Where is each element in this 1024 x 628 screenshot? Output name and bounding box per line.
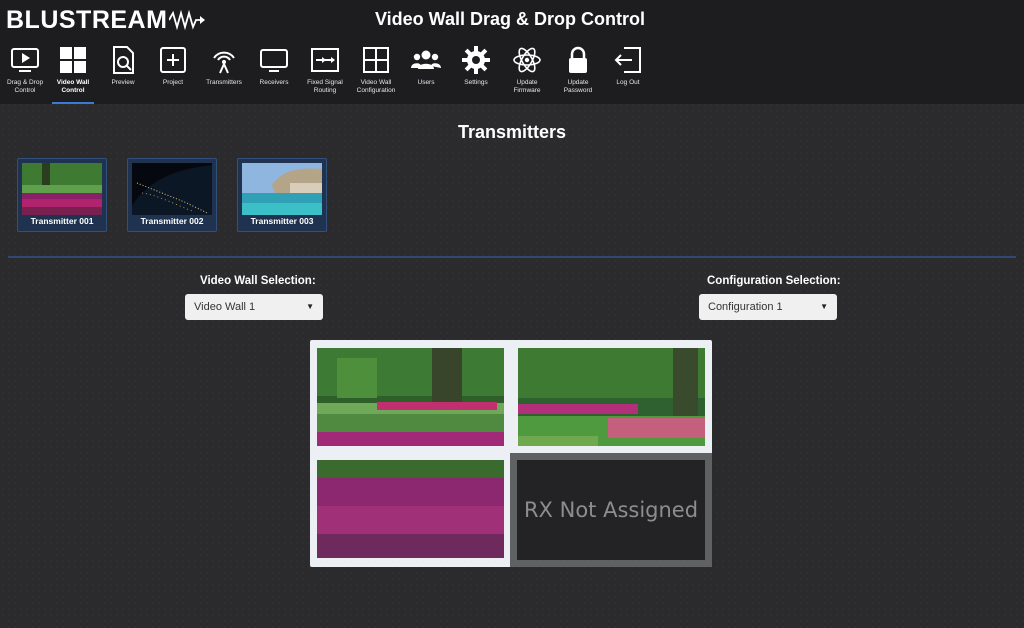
receiver-monitor-icon <box>260 49 288 72</box>
play-screen-icon <box>11 48 39 72</box>
transmitter-card[interactable]: Transmitter 001 <box>17 158 107 232</box>
nav-label: Preview <box>111 79 135 86</box>
active-tab-indicator <box>52 102 94 104</box>
transmitter-label: Transmitter 002 <box>140 216 204 226</box>
nav-label: Project <box>162 79 184 86</box>
video-wall-selection-label: Video Wall Selection: <box>200 275 316 287</box>
users-icon <box>411 50 441 69</box>
nav-label: Receivers <box>259 79 289 86</box>
lock-icon <box>569 46 587 73</box>
nav-drag-drop-control[interactable]: Drag & Drop Control <box>0 44 50 102</box>
nav-log-out[interactable]: Log Out <box>603 44 653 102</box>
nav-label: Log Out <box>616 79 640 86</box>
blustream-logo: BLUSTREAM <box>6 5 206 34</box>
nav-update-password[interactable]: Update Password <box>553 44 603 102</box>
nav-label: Video Wall Configuration <box>356 79 396 94</box>
nav-receivers[interactable]: Receivers <box>249 44 299 102</box>
transmitter-label: Transmitter 003 <box>250 216 314 226</box>
page-title: Video Wall Drag & Drop Control <box>374 9 645 29</box>
nav-update-firmware[interactable]: Update Firmware <box>502 44 552 102</box>
signal-routing-icon <box>311 48 339 72</box>
nav-label: Settings <box>464 79 488 86</box>
configuration-selection-label: Configuration Selection: <box>707 275 841 287</box>
nav-label: Update Firmware <box>513 79 541 94</box>
nav-label: Drag & Drop Control <box>6 79 44 94</box>
atom-firmware-icon <box>513 47 541 73</box>
transmitter-card[interactable]: Transmitter 003 <box>237 158 327 232</box>
transmitter-label: Transmitter 001 <box>30 216 94 226</box>
nav-project[interactable]: Project <box>148 44 198 102</box>
nav-label: Fixed Signal Routing <box>307 79 343 94</box>
nav-video-wall-configuration[interactable]: Video Wall Configuration <box>351 44 401 102</box>
chevron-down-icon: ▼ <box>306 302 314 311</box>
nav-label: Update Password <box>563 79 593 94</box>
nav-preview[interactable]: Preview <box>98 44 148 102</box>
transmitter-thumbnail-earth <box>132 163 212 215</box>
video-wall-grid-icon <box>60 47 86 73</box>
nav-users[interactable]: Users <box>401 44 451 102</box>
nav-label: Transmitters <box>206 79 242 86</box>
transmitters-heading: Transmitters <box>457 122 567 142</box>
transmitter-thumbnail-coast <box>242 163 322 215</box>
nav-label: Users <box>417 79 435 86</box>
preview-document-icon <box>113 46 134 74</box>
nav-label: Video Wall Control <box>56 79 90 94</box>
logo-wave-icon <box>169 10 206 30</box>
logout-icon <box>614 47 641 73</box>
logo-text: BLUSTREAM <box>6 5 168 34</box>
section-divider <box>8 256 1016 258</box>
nav-transmitters[interactable]: Transmitters <box>199 44 249 102</box>
wall-tile-3[interactable] <box>317 460 504 558</box>
main-navigation: Drag & Drop Control Video Wall Control P… <box>0 44 1024 104</box>
wall-tile-4-unassigned[interactable]: RX Not Assigned <box>510 453 712 567</box>
chevron-down-icon: ▼ <box>820 302 828 311</box>
nav-fixed-signal-routing[interactable]: Fixed Signal Routing <box>300 44 350 102</box>
wall-tile-2[interactable] <box>518 348 705 446</box>
wall-tile-1[interactable] <box>317 348 504 446</box>
rx-not-assigned-label: RX Not Assigned <box>517 460 705 560</box>
gear-icon <box>462 46 490 74</box>
configuration-select[interactable]: Configuration 1 ▼ <box>699 294 837 320</box>
video-wall-select-value: Video Wall 1 <box>194 301 256 313</box>
configuration-select-value: Configuration 1 <box>708 301 783 313</box>
wall-configuration-icon <box>363 47 389 73</box>
transmitter-antenna-icon <box>213 51 235 74</box>
video-wall-select[interactable]: Video Wall 1 ▼ <box>185 294 323 320</box>
transmitter-thumbnail-tulips <box>22 163 102 215</box>
transmitter-card[interactable]: Transmitter 002 <box>127 158 217 232</box>
nav-video-wall-control[interactable]: Video Wall Control <box>48 44 98 102</box>
nav-settings[interactable]: Settings <box>451 44 501 102</box>
project-plus-icon <box>160 47 186 73</box>
top-header: BLUSTREAM Video Wall Drag & Drop Control… <box>0 0 1024 104</box>
